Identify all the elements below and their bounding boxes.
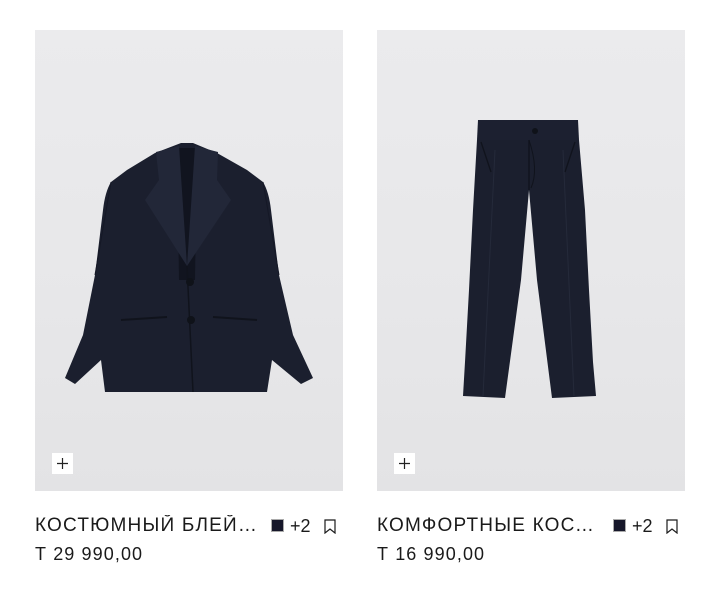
trousers-image — [463, 120, 596, 398]
more-colors-count[interactable]: +2 — [290, 515, 311, 537]
color-swatch[interactable] — [613, 519, 626, 532]
plus-icon — [57, 458, 68, 469]
add-to-cart-button[interactable] — [52, 453, 73, 474]
bookmark-icon[interactable] — [666, 519, 678, 534]
product-card[interactable]: КОМФОРТНЫЕ КОСТЮМНЫЕ БРЮКИ +2 Т 16 990,0… — [377, 30, 685, 564]
add-to-cart-button[interactable] — [394, 453, 415, 474]
product-name[interactable]: КОСТЮМНЫЙ БЛЕЙЗЕР — [35, 515, 260, 537]
product-image-blazer[interactable] — [35, 30, 343, 491]
plus-icon — [399, 458, 410, 469]
bookmark-icon[interactable] — [324, 519, 336, 534]
product-card[interactable]: КОСТЮМНЫЙ БЛЕЙЗЕР +2 Т 29 990,00 — [35, 30, 343, 564]
product-price: Т 29 990,00 — [35, 544, 144, 564]
product-price: Т 16 990,00 — [377, 544, 486, 564]
product-info: КОСТЮМНЫЙ БЛЕЙЗЕР +2 Т 29 990,00 — [35, 491, 343, 564]
more-colors-count[interactable]: +2 — [632, 515, 653, 537]
product-image-trousers[interactable] — [377, 30, 685, 491]
blazer-image — [65, 143, 313, 393]
product-info: КОМФОРТНЫЕ КОСТЮМНЫЕ БРЮКИ +2 Т 16 990,0… — [377, 491, 685, 564]
product-name[interactable]: КОМФОРТНЫЕ КОСТЮМНЫЕ БРЮКИ — [377, 515, 602, 537]
color-swatch[interactable] — [271, 519, 284, 532]
